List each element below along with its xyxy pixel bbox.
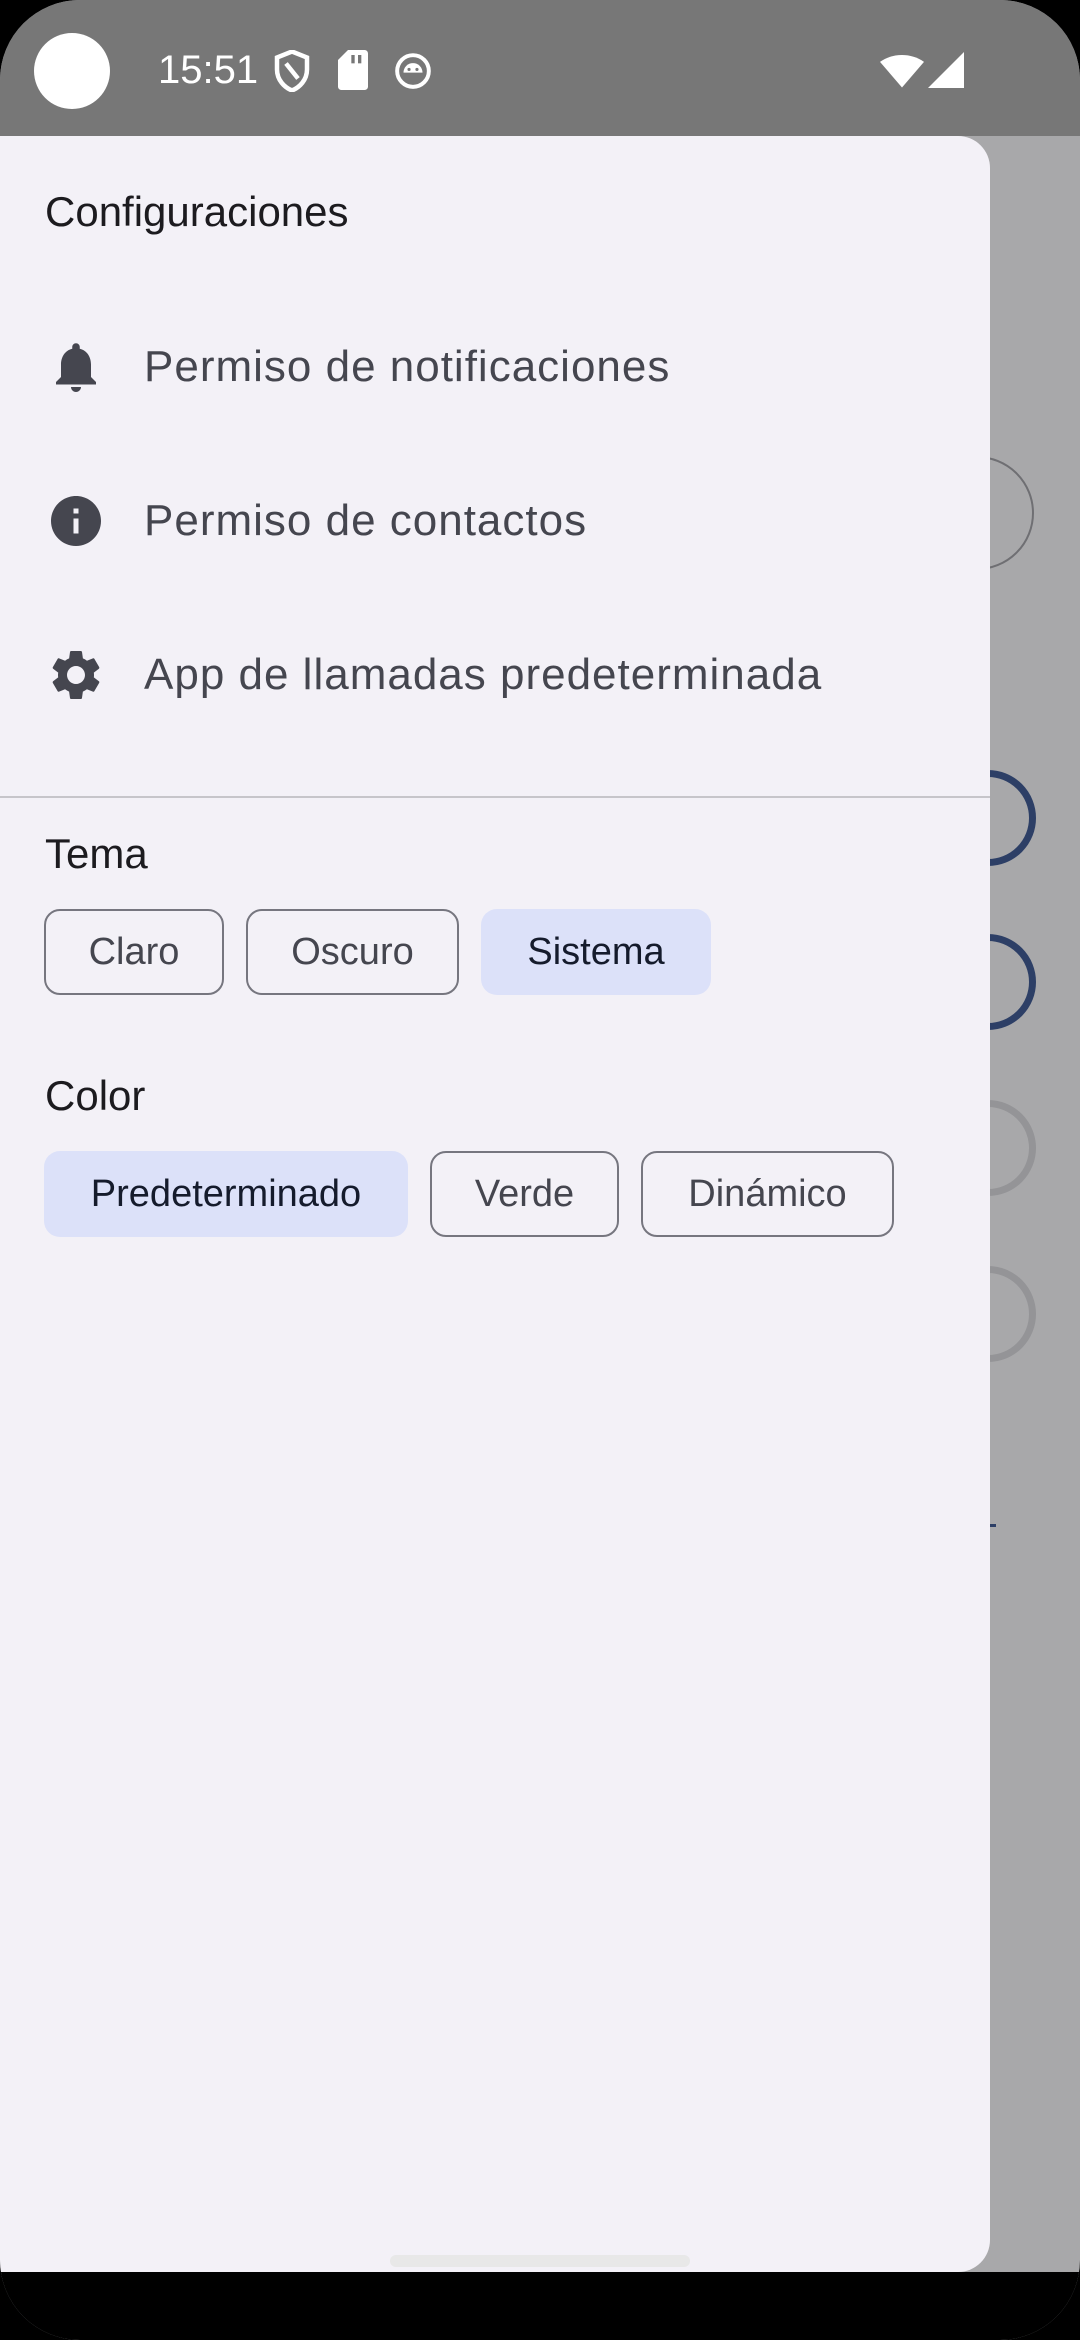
home-gesture-handle[interactable] <box>390 2255 690 2267</box>
android-icon <box>394 52 432 90</box>
menu-item-notification-permission[interactable]: Permiso de notificaciones <box>0 292 990 442</box>
color-section-label: Color <box>45 1072 146 1119</box>
drawer-title: Configuraciones <box>45 188 349 235</box>
divider <box>0 796 990 798</box>
theme-section-label: Tema <box>45 830 148 877</box>
status-time: 15:51 <box>158 48 259 92</box>
menu-item-contacts-permission[interactable]: Permiso de contactos <box>0 446 990 596</box>
screen: 15:51 Configuraciones Permiso de notific… <box>0 0 1080 2340</box>
menu-item-label: App de llamadas predeterminada <box>144 650 823 699</box>
menu-item-label: Permiso de notificaciones <box>144 342 671 391</box>
theme-chip-light[interactable]: Claro <box>44 909 224 995</box>
wifi-icon <box>880 54 924 88</box>
color-chip-dynamic[interactable]: Dinámico <box>641 1151 894 1237</box>
gear-icon <box>46 645 106 705</box>
color-chip-green[interactable]: Verde <box>430 1151 619 1237</box>
sd-card-icon <box>338 50 368 90</box>
menu-item-default-dialer[interactable]: App de llamadas predeterminada <box>0 600 990 750</box>
signal-icon <box>928 52 964 88</box>
shield-icon <box>274 50 310 92</box>
status-bar: 15:51 <box>0 0 1080 136</box>
info-icon <box>46 491 106 551</box>
menu-item-label: Permiso de contactos <box>144 496 588 545</box>
navigation-bar <box>0 2272 1080 2340</box>
bell-icon <box>46 337 106 397</box>
theme-chip-system[interactable]: Sistema <box>481 909 711 995</box>
camera-cutout <box>34 33 110 109</box>
color-chip-default[interactable]: Predeterminado <box>44 1151 408 1237</box>
settings-drawer: Configuraciones Permiso de notificacione… <box>0 136 990 2272</box>
theme-chip-dark[interactable]: Oscuro <box>246 909 459 995</box>
